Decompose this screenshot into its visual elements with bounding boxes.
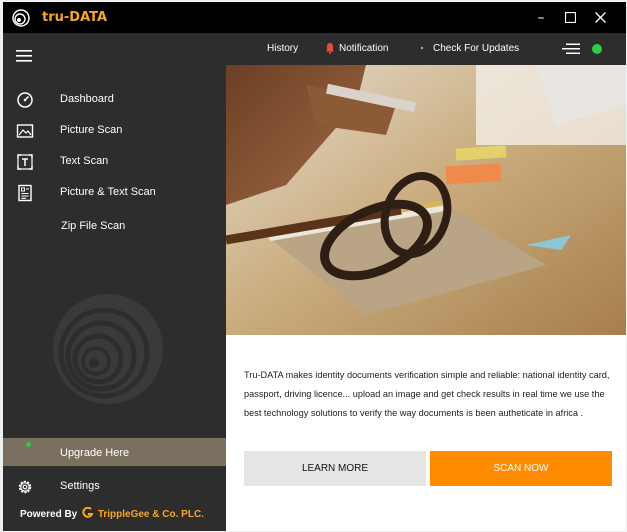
app-title: tru-DATA xyxy=(42,10,108,25)
hero-image xyxy=(226,65,626,335)
sidebar-item-label: Settings xyxy=(60,480,100,492)
sidebar: Dashboard Picture Scan Text Scan Picture… xyxy=(3,33,226,531)
check-updates-link[interactable]: Check For Updates xyxy=(433,43,519,54)
close-button[interactable] xyxy=(583,2,617,33)
sidebar-item-picture-scan[interactable]: Picture Scan xyxy=(3,117,226,147)
maximize-button[interactable] xyxy=(553,2,587,33)
title-bar: tru-DATA – xyxy=(3,2,626,33)
top-navigation: History Notification Check For Updates xyxy=(226,33,626,65)
sidebar-item-dashboard[interactable]: Dashboard xyxy=(3,86,226,116)
tripplegee-logo-icon xyxy=(82,506,94,518)
learn-more-button[interactable]: LEARN MORE xyxy=(244,451,426,486)
upgrade-button[interactable]: Upgrade Here xyxy=(3,438,226,466)
app-window: tru-DATA – Dashboard Picture Scan Text S… xyxy=(3,2,626,531)
powered-brand: TrippleGee & Co. PLC. xyxy=(97,509,204,520)
sidebar-item-label: Text Scan xyxy=(60,155,109,167)
hero-photo-illustration xyxy=(226,65,626,335)
sidebar-item-settings[interactable]: Settings xyxy=(3,473,226,503)
notification-link[interactable]: Notification xyxy=(339,43,388,54)
history-link[interactable]: History xyxy=(267,43,298,54)
list-menu-icon[interactable] xyxy=(562,43,580,55)
dashboard-gauge-icon xyxy=(17,92,33,108)
online-status-indicator xyxy=(592,44,602,54)
sidebar-item-label: Picture & Text Scan xyxy=(60,186,156,198)
bell-icon xyxy=(326,43,334,54)
sidebar-item-label: Picture Scan xyxy=(60,124,123,136)
tru-data-logo-icon xyxy=(12,9,30,27)
sidebar-item-label: Dashboard xyxy=(60,93,114,105)
hamburger-menu-icon[interactable] xyxy=(16,49,34,63)
upgrade-status-dot xyxy=(26,442,31,447)
upgrade-label: Upgrade Here xyxy=(60,447,130,459)
picture-text-scan-icon xyxy=(18,184,32,202)
sidebar-item-picture-text-scan[interactable]: Picture & Text Scan xyxy=(3,179,226,209)
separator-dot xyxy=(421,47,423,49)
gear-icon xyxy=(18,480,32,494)
powered-by: Powered By TrippleGee & Co. PLC. xyxy=(20,506,204,520)
watermark-logo-icon xyxy=(53,294,163,404)
sidebar-item-label: Zip File Scan xyxy=(61,220,126,232)
sidebar-item-zip-file-scan[interactable]: Zip File Scan xyxy=(3,213,226,243)
sidebar-item-text-scan[interactable]: Text Scan xyxy=(3,148,226,178)
text-scan-icon xyxy=(17,154,33,170)
powered-prefix: Powered By xyxy=(20,509,81,520)
description-text: Tru-DATA makes identity documents verifi… xyxy=(244,370,610,418)
close-icon xyxy=(594,12,606,23)
maximize-icon xyxy=(564,12,576,23)
picture-icon xyxy=(16,124,34,138)
scan-now-button[interactable]: SCAN NOW xyxy=(430,451,612,486)
